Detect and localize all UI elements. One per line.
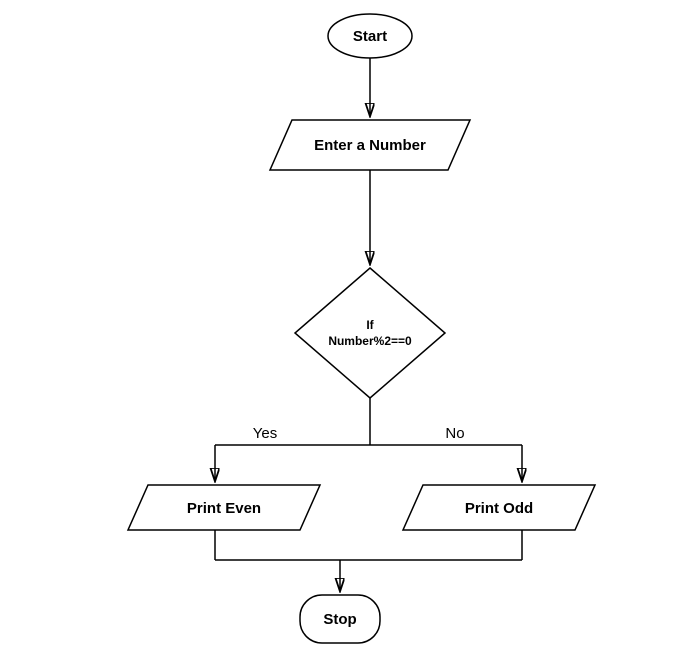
yes-action-label: Print Even	[187, 500, 261, 517]
input-label: Enter a Number	[314, 137, 426, 154]
start-node: Start	[328, 14, 412, 58]
input-node: Enter a Number	[270, 120, 470, 170]
decision-label-2: Number%2==0	[328, 334, 412, 348]
no-label: No	[445, 425, 464, 442]
flowchart-diagram: Start Enter a Number If Number%2==0 Yes …	[0, 0, 682, 664]
no-action-node: Print Odd	[403, 485, 595, 530]
start-label: Start	[353, 28, 387, 45]
yes-action-node: Print Even	[128, 485, 320, 530]
stop-node: Stop	[300, 595, 380, 643]
stop-label: Stop	[323, 611, 356, 628]
decision-node: If Number%2==0	[295, 268, 445, 398]
yes-label: Yes	[253, 425, 277, 442]
decision-label-1: If	[366, 318, 374, 332]
no-action-label: Print Odd	[465, 500, 533, 517]
